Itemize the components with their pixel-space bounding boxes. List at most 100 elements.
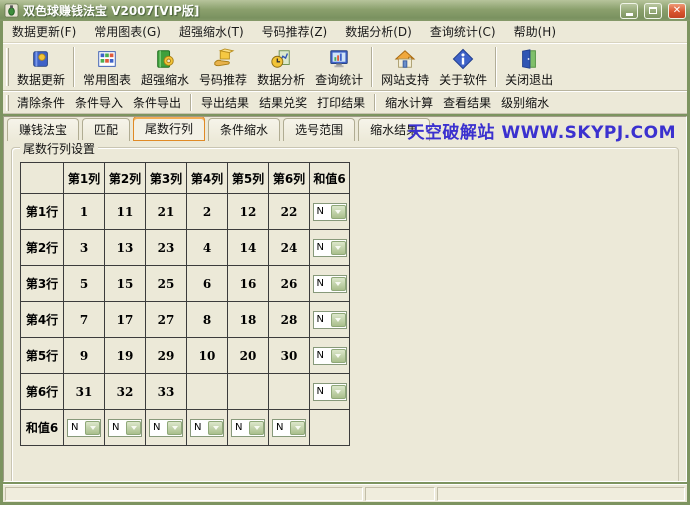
tab-3[interactable]: 条件缩水 xyxy=(208,118,280,141)
tail-number-grid: 第1列第2列第3列第4列第5列第6列和值6第1行1112121222N第2行31… xyxy=(20,162,350,446)
action-button[interactable]: 级别缩水 xyxy=(496,92,554,113)
minimize-button[interactable] xyxy=(620,3,638,19)
chevron-down-icon xyxy=(331,313,346,327)
tab-1[interactable]: 匹配 xyxy=(82,118,130,141)
grid-value-cell: 4 xyxy=(187,230,228,266)
tab-4[interactable]: 选号范围 xyxy=(283,118,355,141)
tab-0[interactable]: 赚钱法宝 xyxy=(7,118,79,141)
tail-filter-combobox[interactable]: N xyxy=(313,203,347,221)
action-button[interactable]: 打印结果 xyxy=(312,92,370,113)
tail-filter-combobox[interactable]: N xyxy=(231,419,265,437)
toolbar-button[interactable]: 超强缩水 xyxy=(136,45,194,89)
action-button[interactable]: 清除条件 xyxy=(12,92,70,113)
grid-column-header: 第5列 xyxy=(228,163,269,194)
title-bar: 双色球赚钱法宝 V2007[VIP版] ✕ xyxy=(0,0,690,21)
toolbar-button[interactable]: 查询统计 xyxy=(310,45,368,89)
grid-value-cell: 22 xyxy=(269,194,310,230)
menu-item[interactable]: 查询统计(C) xyxy=(421,21,505,42)
grid-value-cell: 20 xyxy=(228,338,269,374)
combobox-value: N xyxy=(235,423,242,433)
tail-filter-combobox[interactable]: N xyxy=(313,347,347,365)
grid-value-cell: 25 xyxy=(146,266,187,302)
grid-value-cell: 2 xyxy=(187,194,228,230)
status-panel xyxy=(437,487,685,501)
tail-filter-combobox[interactable]: N xyxy=(313,239,347,257)
grid-row-header: 和值6 xyxy=(21,410,64,446)
grid-value-cell xyxy=(228,374,269,410)
chevron-down-icon xyxy=(331,385,346,399)
menu-item[interactable]: 超强缩水(T) xyxy=(170,21,253,42)
groupbox-title: 尾数行列设置 xyxy=(20,140,98,157)
chevron-down-icon xyxy=(331,277,346,291)
tail-filter-combobox[interactable]: N xyxy=(313,311,347,329)
table-row: 第4行7172781828N xyxy=(21,302,350,338)
tail-row-column-groupbox: 尾数行列设置 第1列第2列第3列第4列第5列第6列和值6第1行111212122… xyxy=(11,147,679,482)
tail-filter-combobox[interactable]: N xyxy=(313,275,347,293)
tail-filter-combobox[interactable]: N xyxy=(149,419,183,437)
grid-value-cell: 9 xyxy=(64,338,105,374)
menu-item[interactable]: 号码推荐(Z) xyxy=(253,21,337,42)
tail-filter-combobox[interactable]: N xyxy=(67,419,101,437)
action-button[interactable]: 结果兑奖 xyxy=(254,92,312,113)
toolbar-button[interactable]: 关于软件 xyxy=(434,45,492,89)
table-row: 第2行3132341424N xyxy=(21,230,350,266)
app-window: 双色球赚钱法宝 V2007[VIP版] ✕ 数据更新(F)常用图表(G)超强缩水… xyxy=(0,0,690,505)
query-monitor-icon xyxy=(327,48,351,70)
grid-sum-cell: N xyxy=(310,230,350,266)
tail-filter-combobox[interactable]: N xyxy=(313,383,347,401)
grid-column-header: 第2列 xyxy=(105,163,146,194)
toolbar-button-label: 常用图表 xyxy=(83,71,131,88)
lantern-app-icon xyxy=(4,3,19,18)
grid-value-cell: 6 xyxy=(187,266,228,302)
window-title: 双色球赚钱法宝 V2007[VIP版] xyxy=(23,2,614,19)
combobox-value: N xyxy=(276,423,283,433)
grid-row-header: 第3行 xyxy=(21,266,64,302)
grid-value-cell: 1 xyxy=(64,194,105,230)
grid-value-cell: 15 xyxy=(105,266,146,302)
toolbar-button[interactable]: 号码推荐 xyxy=(194,45,252,89)
maximize-icon xyxy=(649,7,657,14)
grid-value-cell: 3 xyxy=(64,230,105,266)
website-home-icon xyxy=(393,48,417,70)
menu-item[interactable]: 帮助(H) xyxy=(505,21,565,42)
toolbar-button[interactable]: 数据分析 xyxy=(252,45,310,89)
grid-value-cell: 11 xyxy=(105,194,146,230)
analysis-clock-icon xyxy=(269,48,293,70)
action-button[interactable]: 缩水计算 xyxy=(380,92,438,113)
toolbar-button[interactable]: 关闭退出 xyxy=(500,45,558,89)
grid-row-header: 第2行 xyxy=(21,230,64,266)
menu-item[interactable]: 数据更新(F) xyxy=(3,21,85,42)
minimize-icon xyxy=(626,13,633,16)
chart-grid-icon xyxy=(95,48,119,70)
combobox-value: N xyxy=(112,423,119,433)
menu-item[interactable]: 常用图表(G) xyxy=(85,21,170,42)
close-button[interactable]: ✕ xyxy=(668,3,686,19)
grid-row-header: 第5行 xyxy=(21,338,64,374)
toolbar-gripper xyxy=(6,48,9,86)
tail-filter-combobox[interactable]: N xyxy=(108,419,142,437)
tail-filter-combobox[interactable]: N xyxy=(272,419,306,437)
tab-active[interactable]: 尾数行列 xyxy=(133,116,205,141)
toolbar-button-label: 查询统计 xyxy=(315,71,363,88)
table-row: 第3行5152561626N xyxy=(21,266,350,302)
action-button[interactable]: 查看结果 xyxy=(438,92,496,113)
grid-sum-cell: N xyxy=(187,410,228,446)
toolbar-button-label: 数据分析 xyxy=(257,71,305,88)
menu-item[interactable]: 数据分析(D) xyxy=(336,21,421,42)
action-button[interactable]: 条件导出 xyxy=(128,92,186,113)
maximize-button[interactable] xyxy=(644,3,662,19)
toolbar-button[interactable]: 网站支持 xyxy=(376,45,434,89)
grid-sum-cell: N xyxy=(310,302,350,338)
grid-value-cell: 16 xyxy=(228,266,269,302)
table-row: 第1行1112121222N xyxy=(21,194,350,230)
about-info-icon xyxy=(451,48,475,70)
grid-row-header: 第1行 xyxy=(21,194,64,230)
action-button[interactable]: 导出结果 xyxy=(196,92,254,113)
action-button[interactable]: 条件导入 xyxy=(70,92,128,113)
toolbar-button[interactable]: 常用图表 xyxy=(78,45,136,89)
chevron-down-icon xyxy=(290,421,305,435)
tail-filter-combobox[interactable]: N xyxy=(190,419,224,437)
grid-row-header: 第4行 xyxy=(21,302,64,338)
grid-value-cell: 32 xyxy=(105,374,146,410)
toolbar-button[interactable]: 数据更新 xyxy=(12,45,70,89)
